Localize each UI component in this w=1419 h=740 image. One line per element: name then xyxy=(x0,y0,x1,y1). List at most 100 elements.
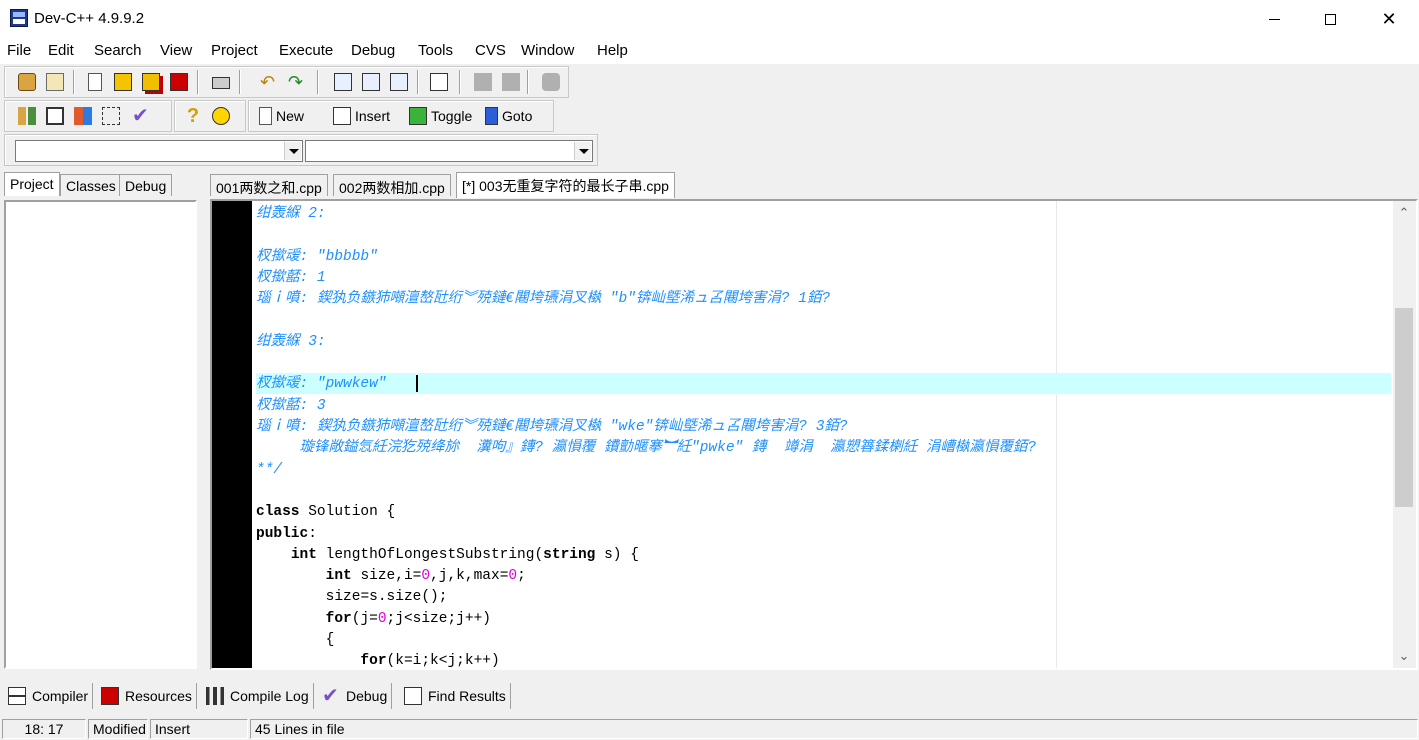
new-page-icon xyxy=(259,107,272,125)
chevron-down-icon[interactable] xyxy=(284,142,301,160)
maximize-button[interactable] xyxy=(1301,0,1359,38)
open-project-button[interactable] xyxy=(15,70,39,94)
save-button[interactable] xyxy=(111,70,135,94)
modified-indicator: Modified xyxy=(88,719,148,739)
redo-icon: ↷ xyxy=(288,72,304,92)
minimize-button[interactable] xyxy=(1245,0,1303,38)
compiler-icon xyxy=(8,687,26,705)
new-label: New xyxy=(276,108,305,124)
line-count: 45 Lines in file xyxy=(250,719,1418,739)
comment-button[interactable] xyxy=(539,70,563,94)
find-next-icon xyxy=(390,73,408,91)
undo-icon: ↶ xyxy=(260,72,276,92)
about-button[interactable] xyxy=(209,104,233,128)
print-button[interactable] xyxy=(209,70,233,94)
menu-debug[interactable]: Debug xyxy=(351,42,395,59)
window-title: Dev-C++ 4.9.9.2 xyxy=(34,10,145,27)
close-button[interactable]: ✕ xyxy=(1360,0,1418,38)
save-all-icon xyxy=(142,73,160,91)
scroll-down-icon[interactable]: ⌄ xyxy=(1398,649,1410,662)
code-line: int size,i=0,j,k,max=0; xyxy=(325,568,526,585)
goto-line-button[interactable] xyxy=(427,70,451,94)
reopen-button[interactable] xyxy=(43,70,67,94)
menu-tools[interactable]: Tools xyxy=(418,42,453,59)
tab-file-001[interactable]: 001两数之和.cpp xyxy=(210,174,328,196)
devcpp-app-icon xyxy=(10,9,28,27)
status-bar: 18: 17 Modified Insert 45 Lines in file xyxy=(0,717,1419,740)
tab-compiler-label: Compiler xyxy=(32,688,89,704)
code-line: 绀轰緥 2: xyxy=(256,206,326,222)
toggle-bookmark-icon xyxy=(409,107,427,125)
tab-find-results[interactable]: Find Results xyxy=(400,683,511,709)
goto-bookmark-icon xyxy=(485,107,498,125)
compile-run-button[interactable] xyxy=(71,104,95,128)
menu-window[interactable]: Window xyxy=(521,42,574,59)
tab-project[interactable]: Project xyxy=(4,172,60,196)
save-all-button[interactable] xyxy=(139,70,163,94)
check-syntax-button[interactable]: ✔ xyxy=(129,104,153,128)
member-combo[interactable] xyxy=(305,140,593,162)
insert-button[interactable]: Insert xyxy=(333,104,390,128)
menu-file[interactable]: File xyxy=(7,42,31,59)
new-bookmark-button[interactable]: New xyxy=(259,104,304,128)
close-icon: ✕ xyxy=(1381,8,1397,29)
code-line: 绀轰緥 3: xyxy=(256,333,326,350)
tab-file-003[interactable]: [*] 003无重复字符的最长子串.cpp xyxy=(456,172,675,198)
run-button[interactable] xyxy=(43,104,67,128)
code-area[interactable]: 绀轰緥 2: 杈撳叆: "bbbbb" 杈撳嚭: 1 瑙ｉ噴: 鍥犱负鏃犻噸澶嶅瓧绗︾… xyxy=(256,201,1389,668)
menu-view[interactable]: View xyxy=(160,42,192,59)
find-next-button[interactable] xyxy=(387,70,411,94)
close-file-button[interactable] xyxy=(167,70,191,94)
tab-classes[interactable]: Classes xyxy=(60,174,122,196)
check-icon: ✔ xyxy=(132,105,149,127)
tab-debug[interactable]: Debug xyxy=(119,174,173,196)
compile-run-icon xyxy=(74,107,92,125)
tab-find-results-label: Find Results xyxy=(428,688,506,704)
find-icon xyxy=(334,73,352,91)
new-file-button[interactable] xyxy=(83,70,107,94)
tab-debug-output[interactable]: ✔ Debug xyxy=(318,683,393,709)
scrollbar-thumb[interactable] xyxy=(1395,308,1413,507)
find-button[interactable] xyxy=(331,70,355,94)
chevron-down-icon[interactable] xyxy=(574,142,591,160)
title-bar: Dev-C++ 4.9.9.2 ✕ xyxy=(0,0,1419,38)
goto-label: Goto xyxy=(502,108,533,124)
project-tree-panel[interactable] xyxy=(4,200,197,669)
find-icon xyxy=(404,687,422,705)
code-line: 杈撳嚭: 3 xyxy=(256,397,326,414)
menu-cvs[interactable]: CVS xyxy=(475,42,506,59)
redo-button[interactable]: ↷ xyxy=(285,70,309,94)
toggle-button[interactable]: Toggle xyxy=(409,104,472,128)
check-icon: ✔ xyxy=(322,685,339,707)
undo-button[interactable]: ↶ xyxy=(257,70,281,94)
tab-compile-log[interactable]: Compile Log xyxy=(202,683,314,709)
code-line: 瑙ｉ噴: 鍥犱负鏃犻噸澶嶅瓧绗︾殑鏈€闀垮瓙涓叉槸 "b"锛屾墍浠ュ叾闀垮害涓?… xyxy=(256,291,831,308)
class-combo[interactable] xyxy=(15,140,303,162)
class-browser-toolbar xyxy=(4,134,598,166)
rebuild-all-button[interactable] xyxy=(99,104,123,128)
compile-icon xyxy=(18,107,36,125)
indent-button[interactable] xyxy=(499,70,523,94)
toolbar-separator xyxy=(73,70,75,94)
replace-button[interactable] xyxy=(359,70,383,94)
goto-button[interactable]: Goto xyxy=(485,104,532,128)
unindent-button[interactable] xyxy=(471,70,495,94)
compile-button[interactable] xyxy=(15,104,39,128)
tab-compile-log-label: Compile Log xyxy=(230,688,309,704)
tab-compiler[interactable]: Compiler xyxy=(4,683,94,709)
tab-file-002[interactable]: 002两数相加.cpp xyxy=(333,174,451,196)
menu-project[interactable]: Project xyxy=(211,42,258,59)
resources-icon xyxy=(101,687,119,705)
bar-chart-icon xyxy=(206,687,224,705)
menu-search[interactable]: Search xyxy=(94,42,142,59)
toolbar-separator xyxy=(317,70,319,94)
tab-resources[interactable]: Resources xyxy=(97,683,197,709)
code-editor[interactable]: 绀轰緥 2: 杈撳叆: "bbbbb" 杈撳嚭: 1 瑙ｉ噴: 鍥犱负鏃犻噸澶嶅瓧绗︾… xyxy=(210,199,1418,670)
scroll-up-icon[interactable]: ⌃ xyxy=(1398,206,1410,219)
code-line: 瑙ｉ噴: 鍥犱负鏃犻噸澶嶅瓧绗︾殑鏈€闀垮瓙涓叉槸 "wke"锛屾墍浠ュ叾闀垮害… xyxy=(256,419,848,435)
help-button[interactable]: ? xyxy=(181,104,205,128)
menu-edit[interactable]: Edit xyxy=(48,42,74,59)
menu-help[interactable]: Help xyxy=(597,42,628,59)
save-icon xyxy=(114,73,132,91)
menu-execute[interactable]: Execute xyxy=(279,42,333,59)
